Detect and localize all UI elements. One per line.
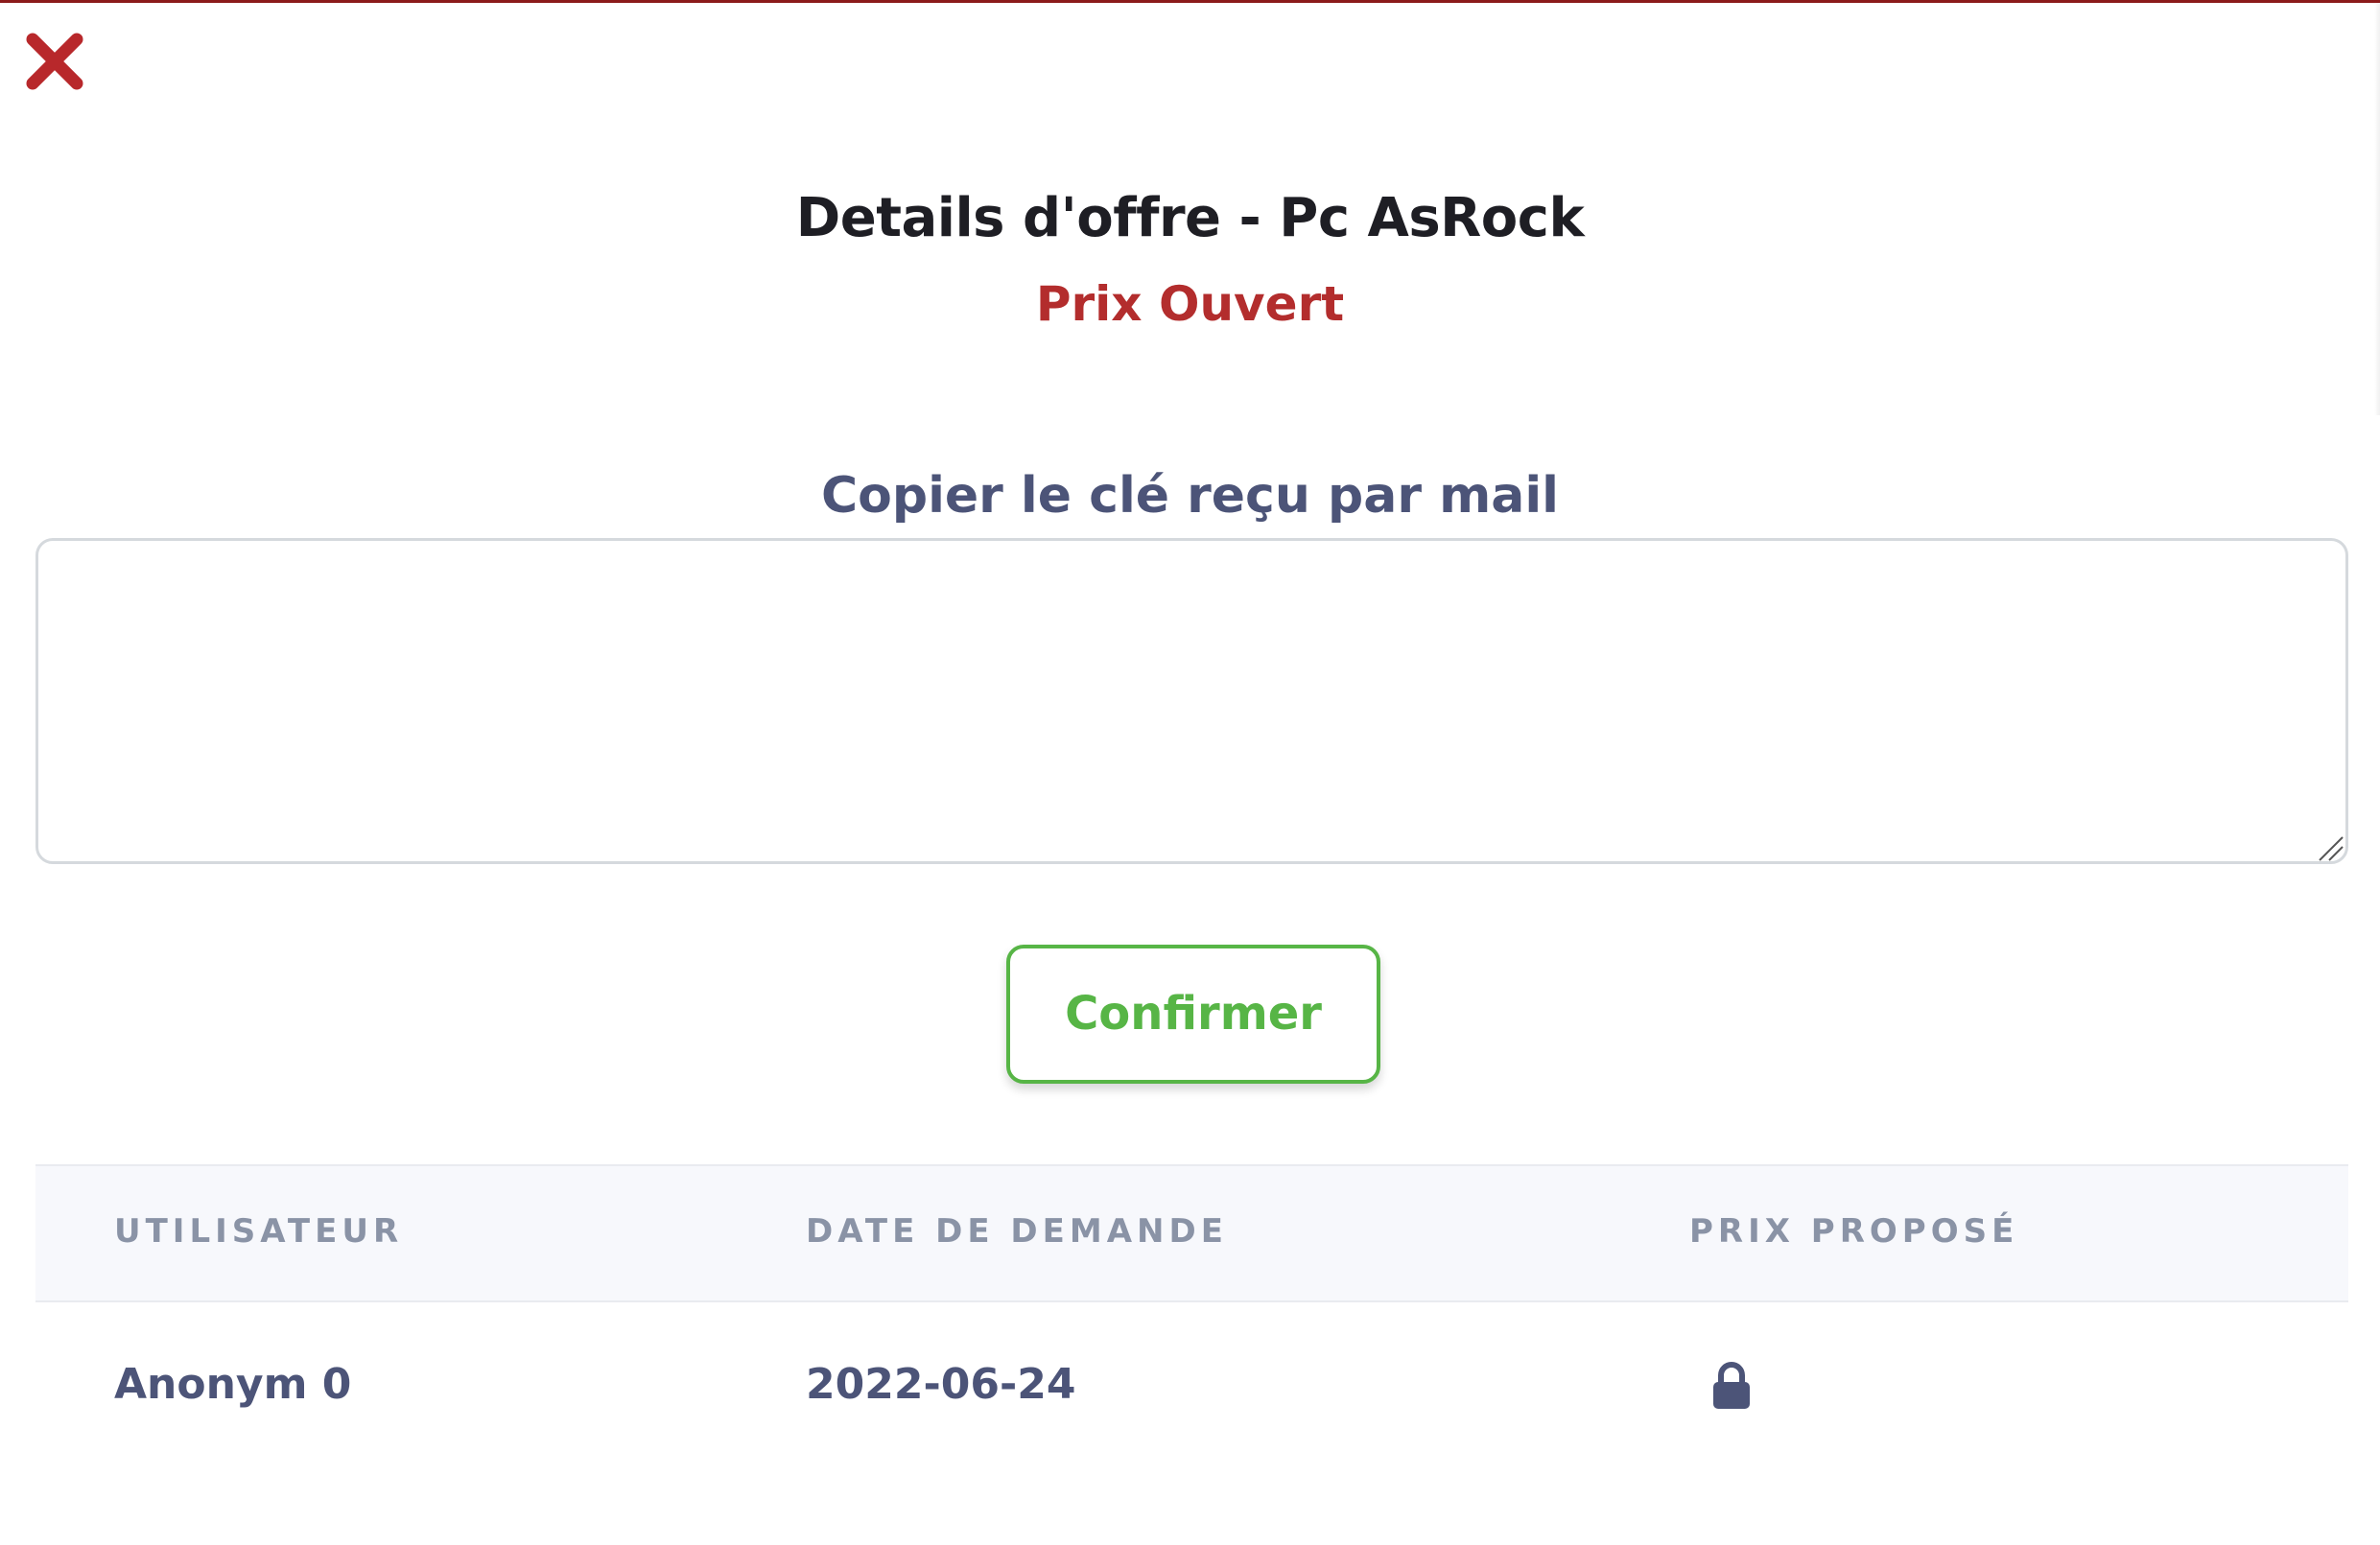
- key-textarea[interactable]: [35, 538, 2348, 864]
- close-button[interactable]: [21, 28, 88, 95]
- column-header-date: DATE DE DEMANDE: [806, 1212, 1228, 1251]
- offers-table: UTILISATEUR DATE DE DEMANDE PRIX PROPOSÉ…: [35, 1164, 2348, 1475]
- row-date: 2022-06-24: [806, 1360, 1076, 1409]
- column-header-price: PRIX PROPOSÉ: [1689, 1212, 2019, 1251]
- modal-title: Details d'offre - Pc AsRock: [795, 187, 1585, 249]
- confirm-button[interactable]: Confirmer: [1006, 945, 1380, 1084]
- table-header: UTILISATEUR DATE DE DEMANDE PRIX PROPOSÉ: [35, 1164, 2348, 1302]
- row-user: Anonym 0: [114, 1360, 352, 1409]
- lock-icon: [1713, 1362, 1750, 1409]
- key-field-label: Copier le clé reçu par mail: [820, 467, 1559, 525]
- resize-handle-icon[interactable]: [2316, 833, 2345, 862]
- table-row: Anonym 0 2022-06-24: [35, 1302, 2348, 1475]
- offer-details-modal: Details d'offre - Pc AsRock Prix Ouvert …: [0, 0, 2380, 1545]
- column-header-user: UTILISATEUR: [114, 1212, 404, 1251]
- price-type-subtitle: Prix Ouvert: [1035, 276, 1345, 332]
- close-x-icon: [26, 33, 83, 90]
